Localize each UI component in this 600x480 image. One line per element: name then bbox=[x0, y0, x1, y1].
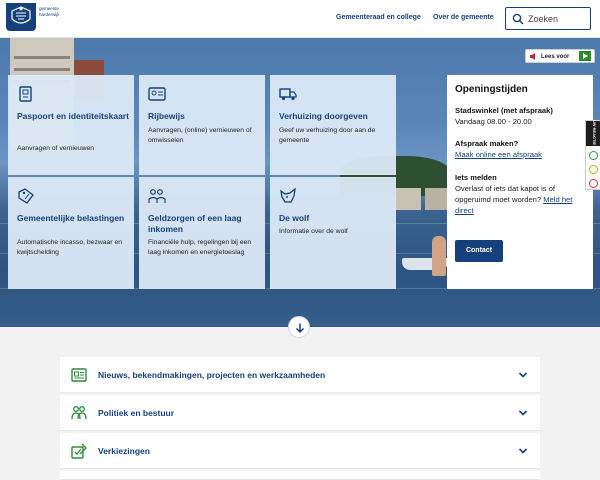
people-icon bbox=[71, 406, 87, 420]
person bbox=[432, 236, 446, 276]
stadswinkel-time: Vandaag 08.00 - 20.00 bbox=[455, 117, 532, 126]
feedback-label: UW REACTIE bbox=[592, 119, 598, 146]
afspraak-link[interactable]: Maak online een afspraak bbox=[455, 149, 587, 160]
tile-desc: Informatie over de wolf bbox=[279, 228, 348, 235]
neutral-face-icon[interactable] bbox=[589, 165, 598, 174]
tile-paspoort[interactable]: Paspoort en identiteitskaart Aanvragen o… bbox=[8, 75, 134, 175]
scroll-down-button[interactable] bbox=[288, 316, 310, 338]
nav-over-de-gemeente[interactable]: Over de gemeente bbox=[433, 14, 494, 21]
tile-desc: Automatische incasso, bezwaar en kwijtsc… bbox=[17, 239, 123, 256]
lees-voor-label: Lees voor bbox=[541, 53, 570, 60]
wolf-icon bbox=[280, 188, 296, 203]
tile-desc: Aanvragen of vernieuwen bbox=[17, 145, 95, 152]
chevron-down-icon bbox=[518, 448, 528, 454]
arrow-down-icon bbox=[295, 323, 305, 334]
lees-voor-button[interactable]: Lees voor bbox=[525, 49, 595, 63]
tile-title: De wolf bbox=[279, 213, 310, 223]
search-box[interactable] bbox=[505, 7, 591, 30]
moving-truck-icon bbox=[279, 88, 297, 101]
opening-hours-title: Openingstijden bbox=[455, 84, 528, 95]
accordion-next[interactable] bbox=[60, 471, 540, 480]
stadswinkel-label: Stadswinkel (met afspraak) bbox=[455, 106, 553, 115]
tile-title: Paspoort en identiteitskaart bbox=[17, 111, 129, 121]
opening-hours-panel: Openingstijden Stadswinkel (met afspraak… bbox=[447, 75, 593, 289]
play-icon bbox=[579, 51, 591, 61]
driving-license-icon bbox=[148, 87, 166, 101]
tile-title: Rijbewijs bbox=[148, 111, 185, 121]
melden-description: Overlast of iets dat kapot is of opgerui… bbox=[455, 184, 556, 204]
tile-title: Gemeentelijke belastingen bbox=[17, 213, 125, 223]
tile-desc: Financiële hulp, regelingen bij een laag… bbox=[148, 239, 252, 256]
melden-label: Iets melden bbox=[455, 173, 497, 182]
accordion-verkiezingen[interactable]: Verkiezingen bbox=[60, 433, 540, 469]
search-input[interactable] bbox=[528, 12, 588, 26]
search-icon bbox=[512, 13, 524, 25]
sad-face-icon[interactable] bbox=[589, 179, 598, 188]
nav-gemeenteraad[interactable]: Gemeenteraad en college bbox=[336, 14, 421, 21]
tile-verhuizing[interactable]: Verhuizing doorgeven Geef uw verhuizing … bbox=[270, 75, 396, 175]
tile-geldzorgen[interactable]: Geldzorgen of een laag inkomen Financiël… bbox=[139, 177, 265, 289]
accordion-politiek[interactable]: Politiek en bestuur bbox=[60, 395, 540, 431]
tax-tag-icon bbox=[18, 188, 34, 204]
tile-belastingen[interactable]: Gemeentelijke belastingen Automatische i… bbox=[8, 177, 134, 289]
accordion-nieuws[interactable]: Nieuws, bekendmakingen, projecten en wer… bbox=[60, 357, 540, 393]
newspaper-icon bbox=[71, 368, 87, 382]
logo-text: gemeente harderwijk bbox=[39, 6, 60, 17]
happy-face-icon[interactable] bbox=[589, 151, 598, 160]
ballot-icon bbox=[71, 443, 87, 459]
tile-desc: Aanvragen, (online) vernieuwen of omwiss… bbox=[148, 127, 252, 144]
melden-text: Overlast of iets dat kapot is of opgerui… bbox=[455, 183, 587, 216]
tile-title: Verhuizing doorgeven bbox=[279, 111, 368, 121]
afspraak-label: Afspraak maken? bbox=[455, 139, 519, 148]
tile-title: Geldzorgen of een laag inkomen bbox=[148, 213, 242, 234]
chevron-down-icon bbox=[518, 410, 528, 416]
accordion-label: Verkiezingen bbox=[98, 446, 150, 456]
accordion-label: Politiek en bestuur bbox=[98, 408, 175, 418]
chevron-down-icon bbox=[518, 372, 528, 378]
site-header: gemeente harderwijk Gemeenteraad en coll… bbox=[0, 0, 600, 38]
tile-rijbewijs[interactable]: Rijbewijs Aanvragen, (online) vernieuwen… bbox=[139, 75, 265, 175]
coat-of-arms-icon bbox=[6, 3, 36, 31]
passport-icon bbox=[19, 86, 32, 102]
contact-button[interactable]: Contact bbox=[455, 240, 503, 262]
tile-desc: Geef uw verhuizing door aan de gemeente bbox=[279, 127, 376, 144]
speaker-icon bbox=[530, 53, 535, 60]
tile-wolf[interactable]: De wolf Informatie over de wolf bbox=[270, 177, 396, 289]
logo-link[interactable]: gemeente harderwijk bbox=[0, 0, 64, 31]
accordion-label: Nieuws, bekendmakingen, projecten en wer… bbox=[98, 370, 326, 380]
money-help-icon bbox=[148, 189, 166, 203]
feedback-widget[interactable]: UW REACTIE bbox=[585, 120, 600, 190]
